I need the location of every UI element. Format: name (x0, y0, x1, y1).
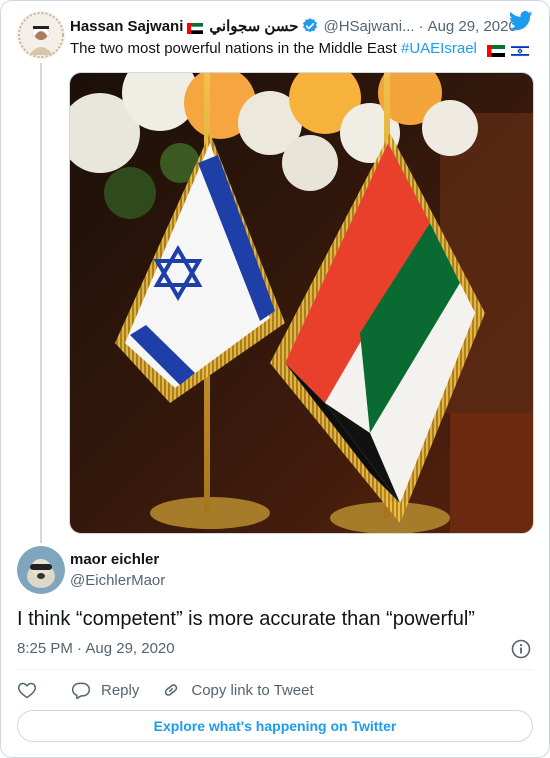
like-button[interactable] (17, 680, 37, 700)
heart-icon (17, 682, 37, 699)
parent-tweet-text: The two most powerful nations in the Mid… (70, 39, 533, 59)
parent-tweet-text-body: The two most powerful nations in the Mid… (70, 40, 401, 57)
parent-author-avatar[interactable] (17, 11, 65, 59)
reply-tweet-text: I think “competent” is more accurate tha… (17, 608, 475, 630)
tweet-actions: Reply Copy link to Tweet (17, 679, 314, 701)
verified-badge-icon (301, 17, 319, 35)
parent-tweet-header: Hassan Sajwani حسن سجواني @HSajwani... ·… (70, 15, 533, 37)
explore-twitter-button[interactable]: Explore what's happening on Twitter (17, 710, 533, 742)
reply-button-label: Reply (101, 681, 140, 699)
link-icon (165, 684, 178, 696)
copy-link-label: Copy link to Tweet (191, 681, 314, 699)
info-icon[interactable] (511, 639, 531, 659)
israel-flag-icon (510, 43, 530, 58)
uae-flag-icon (487, 43, 506, 58)
reply-author-handle[interactable]: @EichlerMaor (70, 572, 165, 589)
reply-author-avatar[interactable] (17, 546, 65, 594)
tweet-media-photo[interactable] (69, 72, 534, 534)
parent-tweet-date[interactable]: Aug 29, 2020 (428, 18, 517, 35)
thread-connector-line (40, 63, 42, 543)
twitter-logo-icon[interactable] (508, 10, 533, 32)
reply-author-name[interactable]: maor eichler (70, 551, 159, 568)
hashtag-link[interactable]: #UAEIsrael (401, 40, 477, 57)
copy-link-button[interactable]: Copy link to Tweet (161, 680, 314, 700)
parent-author-name-arabic: حسن سجواني (209, 18, 299, 35)
parent-author-handle[interactable]: @HSajwani... (323, 18, 414, 35)
meta-separator: · (418, 17, 424, 35)
reply-bubble-icon (71, 682, 91, 700)
embedded-tweet-card: Hassan Sajwani حسن سجواني @HSajwani... ·… (0, 0, 550, 758)
reply-button[interactable]: Reply (71, 680, 139, 700)
reply-timestamp[interactable]: 8:25 PM · Aug 29, 2020 (17, 640, 175, 657)
uae-flag-icon (187, 21, 204, 34)
divider (17, 669, 533, 670)
parent-author-name[interactable]: Hassan Sajwani (70, 18, 183, 35)
